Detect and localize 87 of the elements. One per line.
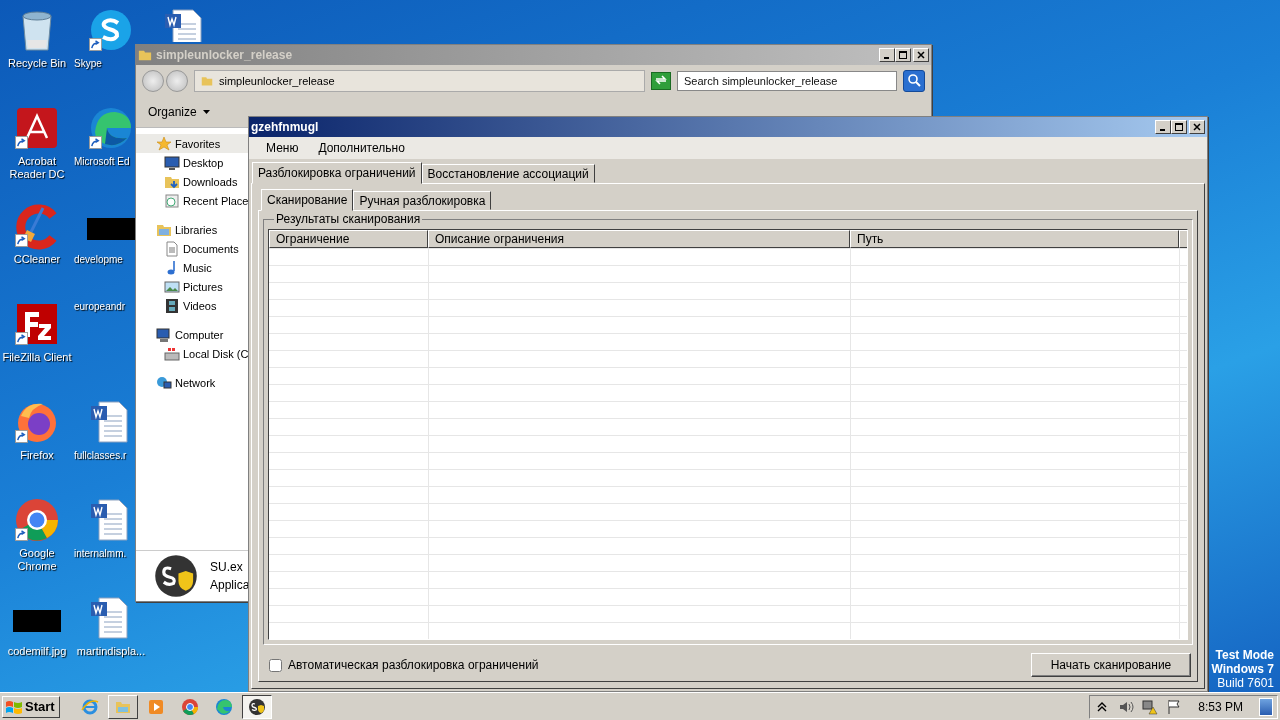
desktop-icon-label[interactable]: Firefox <box>20 449 54 462</box>
column-header[interactable]: Путь <box>850 230 1179 248</box>
edge-icon <box>214 697 233 716</box>
picture-icon <box>164 278 180 295</box>
minimize-button[interactable] <box>879 48 895 62</box>
close-icon <box>1193 123 1201 131</box>
refresh-icon <box>654 73 668 86</box>
tab[interactable]: Сканирование <box>261 189 354 211</box>
nav-item[interactable]: Desktop <box>136 153 248 172</box>
file-type: Applica <box>210 578 250 592</box>
tab[interactable]: Разблокировка ограничений <box>252 162 422 184</box>
start-button[interactable]: Start <box>2 695 60 718</box>
maximize-button[interactable] <box>895 48 911 62</box>
checkbox[interactable] <box>269 658 282 672</box>
column-header[interactable]: Описание ограничения <box>428 230 850 248</box>
desktop-icon-label[interactable]: developme <box>74 253 123 266</box>
network-icon <box>156 374 172 391</box>
computer-icon <box>156 326 172 343</box>
nav-item[interactable]: Local Disk (C <box>136 344 248 363</box>
menu-item[interactable]: Дополнительно <box>309 139 414 157</box>
maximize-icon <box>899 51 907 59</box>
ie-icon <box>80 697 99 716</box>
menu-item[interactable]: Меню <box>257 139 308 157</box>
close-button[interactable] <box>913 48 929 62</box>
organize-button[interactable]: Organize <box>144 103 214 121</box>
window-title: simpleunlocker_release <box>156 48 294 62</box>
maximize-button[interactable] <box>1171 120 1187 134</box>
desktop-icon-label[interactable]: Skype <box>74 57 102 70</box>
window-title: gzehfnmugl <box>251 120 320 134</box>
checkbox-label: Автоматическая разблокировка ограничений <box>288 658 539 672</box>
file-name: SU.ex <box>210 560 244 574</box>
play-icon <box>146 697 165 716</box>
monitor-icon <box>164 154 180 171</box>
windows-logo-icon <box>5 698 23 715</box>
close-icon <box>917 51 925 59</box>
network-warning-icon[interactable] <box>1142 698 1159 715</box>
folder-icon <box>138 48 152 62</box>
film-icon <box>164 297 180 314</box>
desktop-icon-label[interactable]: Google Chrome <box>1 547 73 573</box>
nav-item[interactable]: Videos <box>136 296 248 315</box>
maximize-icon <box>1175 123 1183 131</box>
show-desktop-button[interactable] <box>1259 697 1273 716</box>
flag-icon[interactable] <box>1166 698 1183 715</box>
desktop-icon-label[interactable]: fullclasses.r <box>74 449 127 462</box>
tab[interactable]: Ручная разблокировка <box>353 191 492 210</box>
desktop-icon-label[interactable]: FileZilla Client <box>2 351 72 364</box>
caret-icon <box>202 110 210 114</box>
desktop-icon-label[interactable]: Acrobat Reader DC <box>1 155 73 181</box>
star-icon <box>156 135 172 152</box>
nav-item[interactable]: Pictures <box>136 277 248 296</box>
nav-item[interactable]: Libraries <box>136 220 248 239</box>
nav-item[interactable]: Documents <box>136 239 248 258</box>
desktop-icon-label[interactable]: Microsoft Ed <box>74 155 130 168</box>
nav-item[interactable]: Favorites <box>136 134 248 153</box>
taskbar-app-button[interactable] <box>241 694 272 719</box>
search-field[interactable]: Search simpleunlocker_release <box>677 71 897 91</box>
tab[interactable]: Восстановление ассоциаций <box>421 164 595 183</box>
os-watermark-text: Test Mode <box>1215 648 1274 662</box>
folder-icon <box>201 74 213 88</box>
desktop-icon-label[interactable]: internalmm. <box>74 547 127 560</box>
drive-icon <box>164 345 180 362</box>
desktop-icon-label[interactable]: CCleaner <box>13 253 61 266</box>
address-field[interactable]: simpleunlocker_release <box>194 70 645 92</box>
refresh-button[interactable] <box>651 72 671 90</box>
nav-item[interactable]: Network <box>136 373 248 392</box>
chrome-icon <box>180 697 199 716</box>
clock-window-icon <box>164 192 180 209</box>
clock[interactable]: 8:53 PM <box>1198 699 1243 714</box>
minimize-button[interactable] <box>1155 120 1171 134</box>
su-app-icon <box>154 554 198 598</box>
chrome-icon[interactable] <box>13 496 61 544</box>
start-scan-button[interactable]: Начать сканирование <box>1031 653 1191 677</box>
nav-item[interactable]: Recent Place <box>136 191 248 210</box>
search-button[interactable] <box>903 70 925 92</box>
su-app-icon <box>247 697 266 716</box>
os-watermark-text: Windows 7 <box>1211 662 1274 676</box>
desktop-icon-label[interactable]: europeandr <box>74 300 126 313</box>
column-header[interactable]: Ограничение <box>269 230 428 248</box>
search-icon <box>907 72 921 87</box>
nav-item[interactable]: Downloads <box>136 172 248 191</box>
desktop-icon-label[interactable]: Recycle Bin <box>7 57 67 70</box>
close-button[interactable] <box>1189 120 1205 134</box>
document-icon <box>164 240 180 257</box>
nav-item[interactable]: Music <box>136 258 248 277</box>
group-title: Результаты сканирования <box>274 212 423 226</box>
os-watermark-text: Build 7601 <box>1217 676 1274 690</box>
nav-item[interactable]: Computer <box>136 325 248 344</box>
